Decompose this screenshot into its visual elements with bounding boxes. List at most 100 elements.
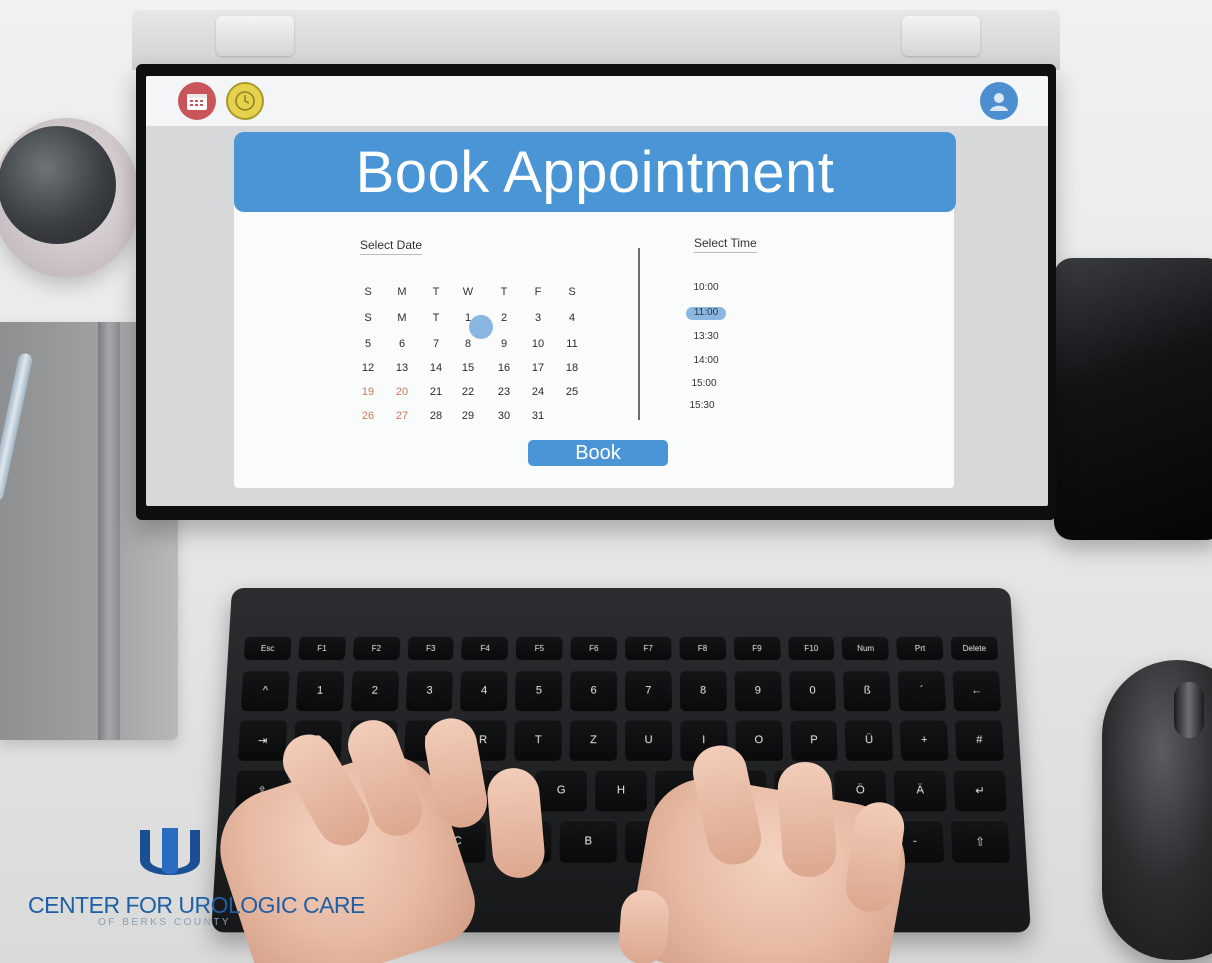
keyboard-key[interactable]: F6	[571, 636, 617, 660]
keyboard-key[interactable]: 0	[789, 670, 837, 711]
keyboard-key[interactable]: ´	[898, 670, 946, 711]
keyboard-key[interactable]: F9	[734, 636, 781, 660]
logo-u-mark	[134, 826, 206, 890]
calendar-day[interactable]: 9	[491, 338, 517, 350]
calendar-day[interactable]: 14	[423, 362, 449, 374]
keyboard-key[interactable]: ←	[952, 670, 1001, 711]
keyboard-key[interactable]: 6	[570, 670, 617, 711]
calendar-day[interactable]: 13	[389, 362, 415, 374]
calendar-day-selected[interactable]: 8	[455, 338, 481, 350]
hinge-tab-right	[902, 16, 980, 56]
keyboard-key[interactable]: Ü	[845, 719, 894, 761]
calendar-day: M	[389, 312, 415, 324]
weekday-header: T	[491, 286, 517, 298]
book-button[interactable]: Book	[528, 440, 668, 466]
calendar-day[interactable]: 21	[423, 386, 449, 398]
photo-scene: Book Appointment Select Date Select Time…	[0, 0, 1212, 963]
keyboard-key[interactable]: Ä	[894, 769, 947, 811]
calendar-day: T	[423, 312, 449, 324]
keyboard-key[interactable]: ⇧	[951, 820, 1010, 863]
keyboard-key[interactable]: 7	[625, 670, 672, 711]
calendar-day[interactable]: 27	[389, 410, 415, 422]
calendar-day[interactable]: 6	[389, 338, 415, 350]
calendar-day[interactable]: 28	[423, 410, 449, 422]
keyboard-key[interactable]: F5	[516, 636, 563, 660]
keyboard-key[interactable]: F3	[407, 636, 454, 660]
calendar-day[interactable]: 24	[525, 386, 551, 398]
calendar-icon[interactable]	[178, 82, 216, 120]
calendar-day[interactable]: 22	[455, 386, 481, 398]
keyboard-key[interactable]: 5	[515, 670, 562, 711]
weekday-header: S	[355, 286, 381, 298]
keyboard-key[interactable]: F2	[353, 636, 400, 660]
calendar-day[interactable]: 23	[491, 386, 517, 398]
keyboard-key[interactable]: 9	[734, 670, 781, 711]
time-slot[interactable]: 15:00	[684, 378, 724, 389]
keyboard-key[interactable]: 3	[406, 670, 454, 711]
keyboard-key[interactable]: ß	[843, 670, 891, 711]
calendar-day[interactable]: 3	[525, 312, 551, 324]
calendar-day[interactable]: 29	[455, 410, 481, 422]
calendar-day[interactable]: 26	[355, 410, 381, 422]
calendar-day[interactable]: 25	[559, 386, 585, 398]
keyboard-key[interactable]: ↵	[953, 769, 1007, 811]
calendar-day[interactable]: 20	[389, 386, 415, 398]
time-slot[interactable]: 15:30	[682, 400, 722, 411]
keyboard-key[interactable]: B	[560, 820, 617, 863]
keyboard-key[interactable]: Esc	[244, 636, 292, 660]
calendar-day[interactable]: 30	[491, 410, 517, 422]
calendar-day[interactable]: 12	[355, 362, 381, 374]
keyboard-key[interactable]: #	[955, 719, 1004, 761]
time-slot[interactable]: 10:00	[686, 282, 726, 293]
keyboard-key[interactable]: +	[900, 719, 949, 761]
tablet-screen: Book Appointment Select Date Select Time…	[146, 76, 1048, 506]
calendar-day[interactable]: 5	[355, 338, 381, 350]
tablet-bezel: Book Appointment Select Date Select Time…	[136, 64, 1056, 520]
calendar-day[interactable]: 31	[525, 410, 551, 422]
keyboard-key[interactable]: Delete	[951, 636, 999, 660]
calendar-day[interactable]: 11	[559, 338, 585, 350]
keyboard-key[interactable]: Prt	[896, 636, 943, 660]
keyboard-key[interactable]: 4	[460, 670, 507, 711]
keyboard-key[interactable]: 2	[351, 670, 399, 711]
calendar-day[interactable]: 16	[491, 362, 517, 374]
keyboard-key[interactable]: T	[514, 719, 561, 761]
keyboard-key[interactable]: F1	[298, 636, 345, 660]
time-slot[interactable]: 14:00	[686, 355, 726, 366]
select-date-label: Select Date	[360, 238, 422, 255]
calendar-day[interactable]: 7	[423, 338, 449, 350]
keyboard-key[interactable]: P	[790, 719, 838, 761]
clock-icon[interactable]	[226, 82, 264, 120]
user-avatar-icon[interactable]	[980, 82, 1018, 120]
logo-subtitle: OF BERKS COUNTY	[98, 917, 231, 928]
calendar-day[interactable]: 19	[355, 386, 381, 398]
weekday-header: T	[423, 286, 449, 298]
keyboard-key[interactable]: 1	[296, 670, 344, 711]
keyboard-key[interactable]: F10	[788, 636, 835, 660]
keyboard-key[interactable]: ⇥	[238, 719, 287, 761]
keyboard-key[interactable]: F8	[679, 636, 726, 660]
time-slot[interactable]: 13:30	[686, 331, 726, 342]
section-divider	[638, 248, 640, 420]
calendar-day[interactable]: 10	[525, 338, 551, 350]
notebook-band	[98, 322, 120, 740]
calendar-day[interactable]: 2	[491, 312, 517, 324]
keyboard-key[interactable]: U	[625, 719, 672, 761]
keyboard-key[interactable]: G	[535, 769, 587, 811]
keyboard-key[interactable]: F7	[625, 636, 671, 660]
keyboard-key[interactable]: Num	[842, 636, 889, 660]
time-slot-selected[interactable]: 11:00	[686, 307, 726, 318]
calendar-day[interactable]: 4	[559, 312, 585, 324]
mouse-wheel	[1174, 682, 1204, 738]
calendar-day[interactable]: 17	[525, 362, 551, 374]
tablet-device: Book Appointment Select Date Select Time…	[132, 10, 1060, 520]
keyboard-key[interactable]: O	[735, 719, 783, 761]
keyboard-key[interactable]: Z	[570, 719, 617, 761]
calendar-day[interactable]: 1	[455, 312, 481, 324]
calendar-day[interactable]: 18	[559, 362, 585, 374]
keyboard-key[interactable]: H	[595, 769, 647, 811]
keyboard-key[interactable]: F4	[462, 636, 509, 660]
calendar-day[interactable]: 15	[455, 362, 481, 374]
keyboard-key[interactable]: 8	[680, 670, 727, 711]
keyboard-key[interactable]: ^	[241, 670, 290, 711]
